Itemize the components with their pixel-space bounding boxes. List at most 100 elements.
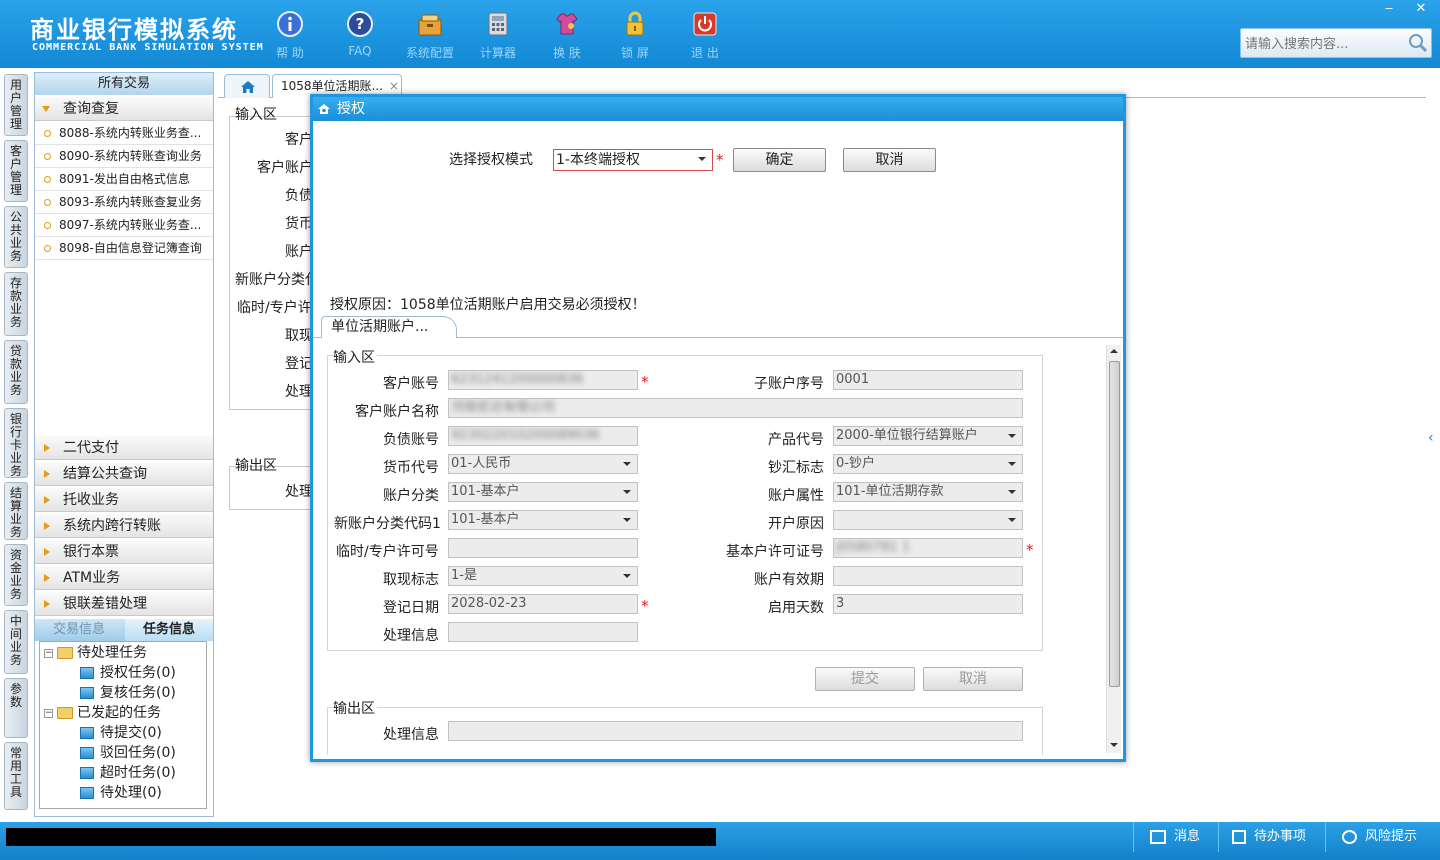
submit-button[interactable]: 提交 <box>815 667 915 691</box>
account-class-select[interactable]: 101-基本户 <box>448 482 638 502</box>
currency-code-select[interactable]: 01-人民币 <box>448 454 638 474</box>
nav-group-atm[interactable]: ATM业务 <box>35 566 213 590</box>
scroll-down-icon[interactable] <box>1110 743 1118 747</box>
tree-node-pending[interactable]: − 待处理任务 <box>44 643 147 663</box>
nav-group-interbank[interactable]: 系统内跨行转账 <box>35 514 213 538</box>
product-code-select[interactable]: 2000-单位银行结算账户 <box>833 426 1023 446</box>
nav-item-8088[interactable]: 8088-系统内转账业务查... <box>35 122 213 145</box>
reg-date-field[interactable]: 2028-02-23 <box>448 594 638 614</box>
status-separator <box>1325 822 1326 852</box>
validity-field[interactable] <box>833 566 1023 586</box>
sub-account-seq-field[interactable]: 0001 <box>833 370 1023 390</box>
search-input[interactable] <box>1245 35 1395 53</box>
nav-item-8090[interactable]: 8090-系统内转账查询业务 <box>35 145 213 168</box>
app-header: 商业银行模拟系统 COMMERCIAL BANK SIMULATION SYST… <box>0 0 1440 68</box>
nav-item-8097[interactable]: 8097-系统内转账业务查... <box>35 214 213 237</box>
module-tab-user[interactable]: 用户管理 <box>4 74 28 136</box>
toolbar-settings-button[interactable]: 系统配置 <box>400 6 460 62</box>
module-tab-intermediary[interactable]: 中间业务 <box>4 610 28 674</box>
sub-account-seq-value: 0001 <box>836 372 870 387</box>
chevron-down-icon <box>1008 490 1016 494</box>
nav-group-cashier-check[interactable]: 银行本票 <box>35 540 213 564</box>
toolbar-exit-button[interactable]: 退 出 <box>675 6 735 62</box>
module-tab-deposit[interactable]: 存款业务 <box>4 272 28 336</box>
customer-account-field[interactable]: 6231241200000836 <box>448 370 638 390</box>
collapse-icon[interactable]: − <box>44 648 53 658</box>
temp-permit-label: 临时/专户许可号 <box>336 544 439 560</box>
tree-node-review-task[interactable]: 复核任务(0) <box>80 683 176 703</box>
background-label: 登记 <box>285 356 313 372</box>
liability-account-field[interactable]: 923022010200089036 <box>448 426 638 446</box>
confirm-button[interactable]: 确定 <box>733 148 826 172</box>
reg-date-value: 2028-02-23 <box>451 596 527 611</box>
toolbar-skin-button[interactable]: 换 肤 <box>537 6 597 62</box>
module-tab-settlement[interactable]: 结算业务 <box>4 482 28 540</box>
withdraw-flag-select[interactable]: 1-是 <box>448 566 638 586</box>
tab-transaction-info[interactable]: 交易信息 <box>35 619 123 641</box>
close-window-button[interactable]: ✕ <box>1404 0 1438 18</box>
module-tab-card[interactable]: 银行卡业务 <box>4 408 28 478</box>
nav-group-inquiry[interactable]: 查询查复 <box>35 97 213 121</box>
collapse-panel-icon[interactable]: ‹ <box>1428 430 1434 446</box>
nav-group-settlement-query[interactable]: 结算公共查询 <box>35 462 213 486</box>
output-process-info-field[interactable] <box>448 721 1023 741</box>
open-reason-select[interactable] <box>833 510 1023 530</box>
auth-mode-select[interactable]: 1-本终端授权 <box>553 149 713 171</box>
toolbar-help-button[interactable]: 帮 助 <box>260 6 320 62</box>
tree-node-to-process[interactable]: 待处理(0) <box>80 783 162 803</box>
scroll-up-icon[interactable] <box>1110 349 1118 353</box>
tree-node-rejected[interactable]: 驳回任务(0) <box>80 743 176 763</box>
tab-task-info[interactable]: 任务信息 <box>125 619 213 641</box>
search-box <box>1240 28 1432 58</box>
folder-icon <box>57 707 73 719</box>
cash-flag-select[interactable]: 0-钞户 <box>833 454 1023 474</box>
cancel-form-button[interactable]: 取消 <box>923 667 1023 691</box>
nav-group-collection[interactable]: 托收业务 <box>35 488 213 512</box>
nav-group-label: 二代支付 <box>63 440 119 456</box>
nav-item-8098[interactable]: 8098-自由信息登记簿查询 <box>35 237 213 260</box>
scrollbar-thumb[interactable] <box>1109 361 1120 687</box>
search-icon[interactable] <box>1407 32 1429 54</box>
tree-node-to-submit[interactable]: 待提交(0) <box>80 723 162 743</box>
module-tab-tools[interactable]: 常用工具 <box>4 742 28 810</box>
nav-group-unionpay[interactable]: 银联差错处理 <box>35 592 213 616</box>
cancel-button[interactable]: 取消 <box>843 148 936 172</box>
input-section-title: 输入区 <box>333 347 377 367</box>
dialog-scrollbar[interactable] <box>1106 345 1121 753</box>
close-tab-icon[interactable]: × <box>389 79 399 93</box>
nav-item-8093[interactable]: 8093-系统内转账查复业务 <box>35 191 213 214</box>
toolbar-help-label: 帮 助 <box>276 46 304 60</box>
nav-header: 所有交易 <box>35 73 213 95</box>
nav-item-8091[interactable]: 8091-发出自由格式信息 <box>35 168 213 191</box>
account-attr-select[interactable]: 101-单位活期存款 <box>833 482 1023 502</box>
chevron-down-icon <box>623 490 631 494</box>
home-tab[interactable] <box>224 74 270 98</box>
module-tab-public[interactable]: 公共业务 <box>4 206 28 268</box>
todo-button[interactable]: 待办事项 <box>1232 822 1306 852</box>
dialog-titlebar[interactable]: 授权 <box>313 97 1123 121</box>
temp-permit-field[interactable] <box>448 538 638 558</box>
new-class-code-select[interactable]: 101-基本户 <box>448 510 638 530</box>
module-tab-fund[interactable]: 资金业务 <box>4 544 28 606</box>
risk-button[interactable]: 风险提示 <box>1342 822 1417 852</box>
background-label: 账户 <box>285 244 313 260</box>
toolbar-calculator-button[interactable]: 计算器 <box>468 6 528 62</box>
enable-days-field[interactable]: 3 <box>833 594 1023 614</box>
account-name-field[interactable]: 河南宏达有限公司 <box>448 398 1023 418</box>
inner-tab-account[interactable]: 单位活期账户... <box>321 316 457 338</box>
collapse-icon[interactable]: − <box>44 708 53 718</box>
tree-node-timeout[interactable]: 超时任务(0) <box>80 763 176 783</box>
module-tab-customer[interactable]: 客户管理 <box>4 140 28 202</box>
tree-node-auth-task[interactable]: 授权任务(0) <box>80 663 176 683</box>
minimize-button[interactable]: ‒ <box>1372 0 1406 18</box>
messages-button[interactable]: 消息 <box>1150 822 1200 852</box>
toolbar-faq-button[interactable]: ? FAQ <box>330 6 390 62</box>
toolbar-lock-button[interactable]: 锁 屏 <box>605 6 665 62</box>
nav-group-payment[interactable]: 二代支付 <box>35 436 213 460</box>
module-tab-params[interactable]: 参数 <box>4 678 28 738</box>
tree-node-initiated[interactable]: − 已发起的任务 <box>44 703 161 723</box>
basic-permit-field[interactable]: J0580781 1 <box>833 538 1023 558</box>
module-tab-loan[interactable]: 贷款业务 <box>4 340 28 404</box>
process-info-field[interactable] <box>448 622 638 642</box>
background-label: 新账户分类代 <box>235 272 319 288</box>
